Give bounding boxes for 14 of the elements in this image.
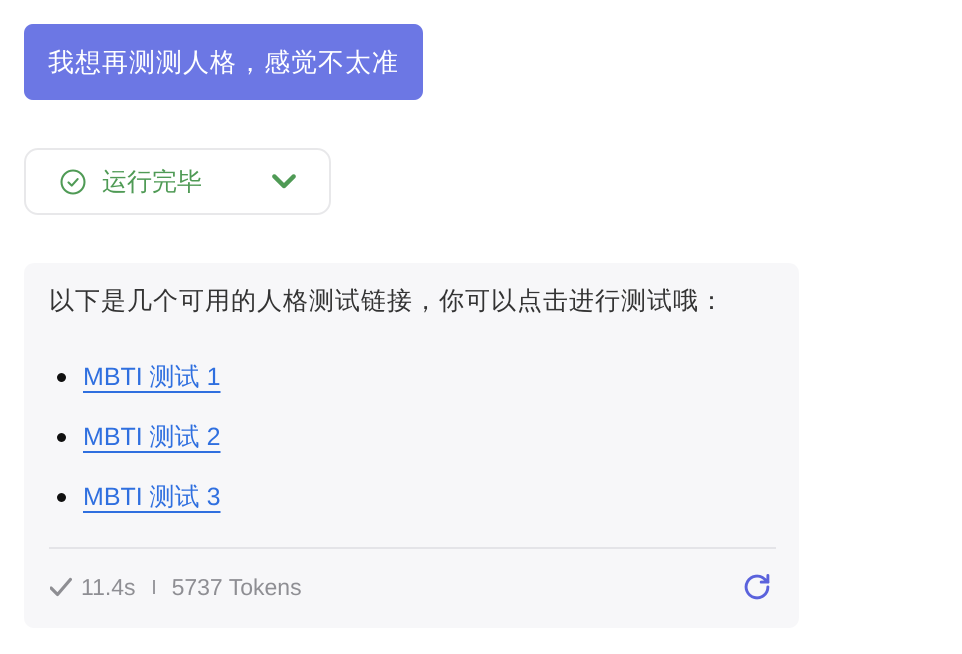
bullet-icon <box>57 372 66 382</box>
check-icon <box>50 576 72 598</box>
response-text: 以下是几个可用的人格测试链接，你可以点击进行测试哦： <box>49 286 726 317</box>
bullet-icon <box>57 492 66 502</box>
duration-text: 11.4s <box>81 574 136 600</box>
token-count: 5737 Tokens <box>172 574 302 600</box>
user-message: 我想再测测人格，感觉不太准 <box>24 24 423 100</box>
bullet-icon <box>57 432 66 442</box>
refresh-icon[interactable] <box>744 574 770 600</box>
test-link[interactable]: MBTI 测试 1 <box>83 359 221 395</box>
run-status-label: 运行完毕 <box>102 166 202 198</box>
test-link[interactable]: MBTI 测试 3 <box>83 479 221 515</box>
test-link[interactable]: MBTI 测试 2 <box>83 419 221 455</box>
run-status-toggle[interactable]: 运行完毕 <box>24 148 331 215</box>
